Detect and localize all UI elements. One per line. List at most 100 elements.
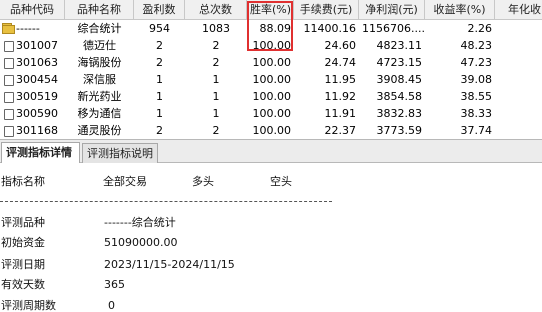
column-header-return-rate[interactable]: 收益率(%) [425, 0, 495, 19]
row-net-profit: 3773.59 [376, 124, 423, 137]
row-return-rate: 37.74 [460, 124, 493, 137]
row-net-profit: 3908.45 [376, 73, 423, 86]
summary-row[interactable]: ------ 综合统计 954 1083 88.09 11400.16 1156… [0, 20, 542, 37]
row-total: 1 [212, 73, 220, 86]
table-row[interactable]: 300454 深信服 1 1 100.00 11.95 3908.45 39.08 [0, 71, 542, 88]
column-header-code[interactable]: 品种代码 [0, 0, 65, 19]
field-value: 51090000.00 [104, 236, 178, 249]
column-header-wins[interactable]: 盈利数 [134, 0, 185, 19]
row-annualized [495, 20, 542, 37]
row-win-rate: 88.09 [259, 22, 292, 35]
document-icon [4, 92, 14, 103]
row-fee: 11400.16 [303, 22, 357, 35]
detail-header-all-trades: 全部交易 [103, 175, 147, 188]
row-wins: 2 [156, 39, 163, 52]
row-code: 300454 [0, 71, 65, 88]
row-wins: 1 [156, 90, 163, 103]
table-row[interactable]: 300590 移为通信 1 1 100.00 11.91 3832.83 38.33 [0, 105, 542, 122]
row-code: 301007 [0, 37, 65, 54]
folder-icon [2, 23, 15, 34]
field-label: 评测品种 [1, 216, 45, 229]
row-code-text: 301063 [16, 56, 58, 69]
row-fee: 11.91 [324, 107, 357, 120]
row-code-text: 300590 [16, 107, 58, 120]
row-code: 301063 [0, 54, 65, 71]
row-win-rate: 100.00 [252, 73, 292, 86]
document-icon [4, 126, 14, 137]
table-row[interactable]: 300519 新光药业 1 1 100.00 11.92 3854.58 38.55 [0, 88, 542, 105]
row-fee: 24.74 [324, 56, 357, 69]
row-name: 深信服 [83, 73, 116, 86]
column-header-fee[interactable]: 手续费(元) [294, 0, 359, 19]
row-total: 2 [212, 124, 220, 137]
row-net-profit: 3832.83 [376, 107, 423, 120]
row-fee: 24.60 [324, 39, 357, 52]
detail-header-metric-name: 指标名称 [1, 175, 45, 188]
row-name: 新光药业 [77, 90, 122, 103]
row-code-text: ------ [16, 22, 40, 35]
row-return-rate: 2.26 [467, 22, 493, 35]
column-header-total[interactable]: 总次数 [185, 0, 247, 19]
row-wins: 1 [156, 73, 163, 86]
row-code-text: 301168 [16, 124, 58, 137]
document-icon [4, 75, 14, 86]
row-fee: 11.92 [324, 90, 357, 103]
row-code-text: 300454 [16, 73, 58, 86]
row-win-rate: 100.00 [252, 124, 292, 137]
field-value: -------综合统计 [104, 216, 176, 229]
row-code: ------ [0, 20, 65, 37]
divider [0, 201, 332, 202]
document-icon [4, 109, 14, 120]
row-code-text: 300519 [16, 90, 58, 103]
row-win-rate: 100.00 [252, 90, 292, 103]
row-net-profit: 3854.58 [376, 90, 423, 103]
row-total: 1 [212, 90, 220, 103]
field-label: 有效天数 [1, 278, 45, 291]
tab-bar: 评测指标详情 评测指标说明 [0, 139, 542, 164]
field-label: 评测日期 [1, 258, 45, 271]
tab-metrics-detail[interactable]: 评测指标详情 [1, 142, 80, 164]
row-wins: 2 [156, 124, 163, 137]
row-total: 2 [212, 39, 220, 52]
row-wins: 2 [156, 56, 163, 69]
table-row[interactable]: 301168 通灵股份 2 2 100.00 22.37 3773.59 37.74 [0, 122, 542, 139]
row-return-rate: 39.08 [460, 73, 493, 86]
column-header-win-rate[interactable]: 胜率(%) [247, 0, 294, 19]
field-label: 评测周期数 [1, 299, 56, 312]
row-net-profit: 1156706.... [362, 22, 425, 35]
field-label: 初始资金 [1, 236, 45, 249]
row-fee: 22.37 [324, 124, 357, 137]
table-row[interactable]: 301007 德迈仕 2 2 100.00 24.60 4823.11 48.23 [0, 37, 542, 54]
row-code: 301168 [0, 122, 65, 139]
row-return-rate: 38.33 [460, 107, 493, 120]
row-net-profit: 4823.11 [376, 39, 423, 52]
row-net-profit: 4723.15 [376, 56, 423, 69]
row-wins: 954 [149, 22, 170, 35]
column-header-net-profit[interactable]: 净利润(元) [359, 0, 425, 19]
column-header-annualized[interactable]: 年化收 [495, 0, 542, 19]
row-code: 300590 [0, 105, 65, 122]
row-fee: 11.95 [324, 73, 357, 86]
row-return-rate: 38.55 [460, 90, 493, 103]
column-header-name[interactable]: 品种名称 [65, 0, 134, 19]
row-total: 2 [212, 56, 220, 69]
field-value: 2023/11/15-2024/11/15 [104, 258, 235, 271]
tab-metrics-description[interactable]: 评测指标说明 [82, 143, 158, 163]
row-total: 1 [212, 107, 220, 120]
row-win-rate: 100.00 [252, 107, 292, 120]
row-name: 移为通信 [77, 107, 122, 120]
row-name: 通灵股份 [77, 124, 122, 137]
row-name: 海锅股份 [77, 56, 122, 69]
row-wins: 1 [156, 107, 163, 120]
field-value: 365 [104, 278, 125, 291]
detail-header-long: 多头 [192, 175, 214, 188]
row-win-rate: 100.00 [252, 56, 292, 69]
row-name: 德迈仕 [83, 39, 116, 52]
row-name: 综合统计 [77, 22, 122, 35]
row-code: 300519 [0, 88, 65, 105]
document-icon [4, 41, 14, 52]
metrics-detail-panel: 指标名称 全部交易 多头 空头 评测品种 -------综合统计 初始资金 51… [0, 163, 542, 312]
table-row[interactable]: 301063 海锅股份 2 2 100.00 24.74 4723.15 47.23 [0, 54, 542, 71]
backtest-results-table: 品种代码 品种名称 盈利数 总次数 胜率(%) 手续费(元) 净利润(元) 收益… [0, 0, 542, 139]
detail-header-short: 空头 [270, 175, 292, 188]
